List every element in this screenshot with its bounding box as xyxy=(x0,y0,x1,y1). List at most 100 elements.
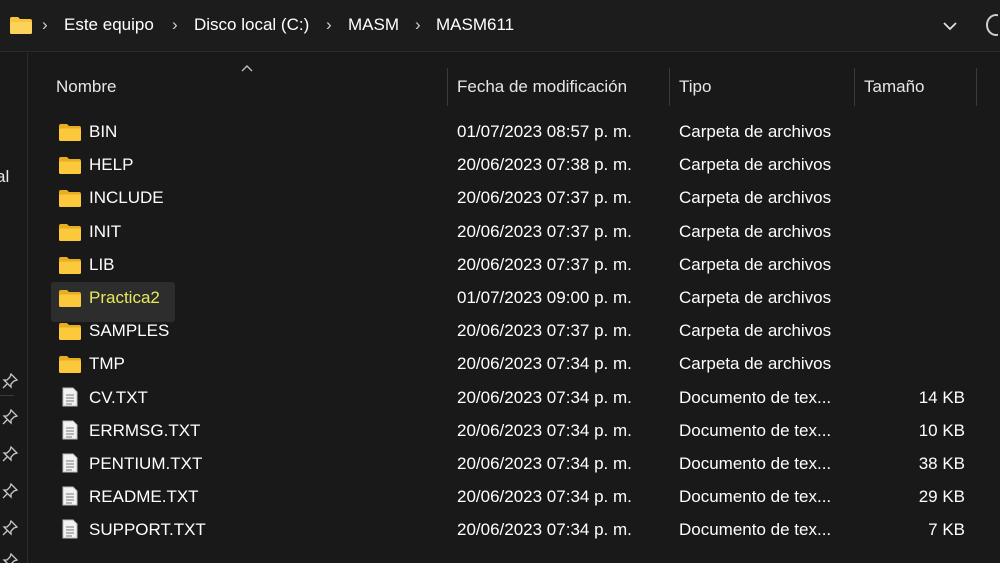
file-date: 01/07/2023 09:00 p. m. xyxy=(457,288,632,307)
file-size: 38 KB xyxy=(918,454,965,473)
breadcrumb-separator: › xyxy=(172,15,178,34)
chevron-down-icon[interactable] xyxy=(940,18,960,34)
file-name: CV.TXT xyxy=(89,387,148,407)
breadcrumb-masm611[interactable]: MASM611 xyxy=(436,15,514,35)
file-name: HELP xyxy=(89,155,134,175)
pin-icon xyxy=(2,553,18,563)
file-name: SUPPORT.TXT xyxy=(89,520,206,540)
folder-icon xyxy=(59,157,81,179)
file-row[interactable]: CV.TXT 20/06/2023 07:34 p. m. Documento de… xyxy=(29,383,1000,416)
pin-icon xyxy=(2,373,18,389)
file-row[interactable]: LIB 20/06/2023 07:37 p. m. Carpeta de arch… xyxy=(29,250,1000,283)
folder-icon xyxy=(59,190,81,212)
file-date: 20/06/2023 07:34 p. m. xyxy=(457,454,632,473)
file-row[interactable]: README.TXT 20/06/2023 07:34 p. m. Document… xyxy=(29,482,1000,515)
file-size: 10 KB xyxy=(918,420,965,440)
file-date: 20/06/2023 07:37 p. m. xyxy=(457,321,632,341)
file-date: 20/06/2023 07:37 p. m. xyxy=(457,254,632,274)
column-header-date[interactable]: Fecha de modificación xyxy=(457,77,627,97)
breadcrumb-separator: › xyxy=(42,15,48,34)
file-date: 20/06/2023 07:34 p. m. xyxy=(457,354,632,374)
file-type: Carpeta de archivos xyxy=(679,321,832,341)
file-name: SAMPLES xyxy=(89,321,170,341)
address-bar[interactable]: › Este equipo › Disco local (C:) › MASM … xyxy=(0,0,1000,52)
breadcrumb-separator: › xyxy=(415,15,421,34)
file-row[interactable]: BIN 01/07/2023 08:57 p. m. Carpeta de arch… xyxy=(29,117,1000,150)
file-date: 20/06/2023 07:37 p. m. xyxy=(457,188,632,208)
text-file-icon xyxy=(62,486,78,511)
nav-item-label[interactable]: al xyxy=(0,167,9,187)
file-date: 20/06/2023 07:34 p. m. xyxy=(457,487,632,507)
file-type: Carpeta de archivos xyxy=(679,188,832,208)
file-type: Documento de tex... xyxy=(679,487,832,507)
file-explorer-window: › Este equipo › Disco local (C:) › MASM … xyxy=(0,0,1000,563)
file-type: Carpeta de archivos xyxy=(679,354,832,374)
pin-icon xyxy=(2,446,18,462)
file-date: 20/06/2023 07:34 p. m. xyxy=(457,387,632,407)
column-divider[interactable] xyxy=(854,68,855,106)
sort-ascending-icon xyxy=(241,65,253,72)
pin-icon xyxy=(2,520,18,536)
folder-icon xyxy=(59,290,81,312)
file-date: 20/06/2023 07:37 p. m. xyxy=(457,221,632,241)
text-file-icon xyxy=(62,420,78,445)
file-type: Carpeta de archivos xyxy=(679,288,832,307)
column-header-size[interactable]: Tamaño xyxy=(864,77,924,97)
folder-icon xyxy=(10,17,32,34)
file-name: PENTIUM.TXT xyxy=(89,454,203,473)
column-divider[interactable] xyxy=(976,68,977,106)
file-date: 20/06/2023 07:34 p. m. xyxy=(457,420,632,440)
file-size: 7 KB xyxy=(928,520,965,540)
text-file-icon xyxy=(62,453,78,478)
file-type: Documento de tex... xyxy=(679,454,832,473)
file-row[interactable]: HELP 20/06/2023 07:38 p. m. Carpeta de arc… xyxy=(29,150,1000,183)
nav-divider xyxy=(0,395,14,396)
pin-icon xyxy=(2,483,18,499)
file-type: Carpeta de archivos xyxy=(679,221,832,241)
file-date: 01/07/2023 08:57 p. m. xyxy=(457,122,632,141)
column-divider[interactable] xyxy=(669,68,670,106)
file-name: ERRMSG.TXT xyxy=(89,420,201,440)
file-row[interactable]: SUPPORT.TXT 20/06/2023 07:34 p. m. Documen… xyxy=(29,515,1000,548)
file-size: 29 KB xyxy=(918,487,965,507)
file-type: Carpeta de archivos xyxy=(679,155,832,175)
file-row[interactable]: SAMPLES 20/06/2023 07:37 p. m. Carpeta de … xyxy=(29,316,1000,349)
text-file-icon xyxy=(62,519,78,544)
file-name: TMP xyxy=(89,354,125,374)
file-row[interactable]: PENTIUM.TXT 20/06/2023 07:34 p. m. Documen… xyxy=(29,449,1000,482)
navigation-pane[interactable]: al xyxy=(0,53,28,563)
refresh-icon[interactable] xyxy=(986,14,998,36)
breadcrumb-separator: › xyxy=(326,15,332,34)
file-type: Carpeta de archivos xyxy=(679,122,832,141)
breadcrumb-masm[interactable]: MASM xyxy=(348,15,399,35)
file-date: 20/06/2023 07:38 p. m. xyxy=(457,155,632,175)
file-type: Documento de tex... xyxy=(679,387,832,407)
text-file-icon xyxy=(62,387,78,412)
file-type: Documento de tex... xyxy=(679,420,832,440)
file-type: Documento de tex... xyxy=(679,520,832,540)
file-row[interactable]: TMP 20/06/2023 07:34 p. m. Carpeta de arch… xyxy=(29,349,1000,382)
breadcrumb-este-equipo[interactable]: Este equipo xyxy=(64,15,154,35)
column-header-name[interactable]: Nombre xyxy=(56,77,116,97)
folder-icon xyxy=(59,356,81,378)
file-name: LIB xyxy=(89,254,115,274)
folder-icon xyxy=(59,256,81,279)
file-size: 14 KB xyxy=(918,387,965,407)
file-name: INCLUDE xyxy=(89,188,164,208)
folder-icon xyxy=(59,124,81,146)
folder-icon xyxy=(59,323,81,345)
column-headers: Nombre Fecha de modificación Tipo Tamaño xyxy=(29,60,1000,114)
file-row[interactable]: Practica2 01/07/2023 09:00 p. m. Carpeta d… xyxy=(29,282,1000,322)
file-row[interactable]: INCLUDE 20/06/2023 07:37 p. m. Carpeta de … xyxy=(29,183,1000,216)
column-header-type[interactable]: Tipo xyxy=(679,77,711,97)
file-row[interactable]: INIT 20/06/2023 07:37 p. m. Carpeta de arc… xyxy=(29,217,1000,250)
breadcrumb-disco-local[interactable]: Disco local (C:) xyxy=(194,15,309,35)
column-divider[interactable] xyxy=(447,68,448,106)
file-name: INIT xyxy=(89,221,122,241)
file-name: BIN xyxy=(89,122,118,141)
folder-icon xyxy=(59,223,81,246)
file-name: Practica2 xyxy=(89,288,160,307)
pin-icon xyxy=(2,409,18,425)
file-name: README.TXT xyxy=(89,487,199,507)
file-row[interactable]: ERRMSG.TXT 20/06/2023 07:34 p. m. Document… xyxy=(29,416,1000,449)
